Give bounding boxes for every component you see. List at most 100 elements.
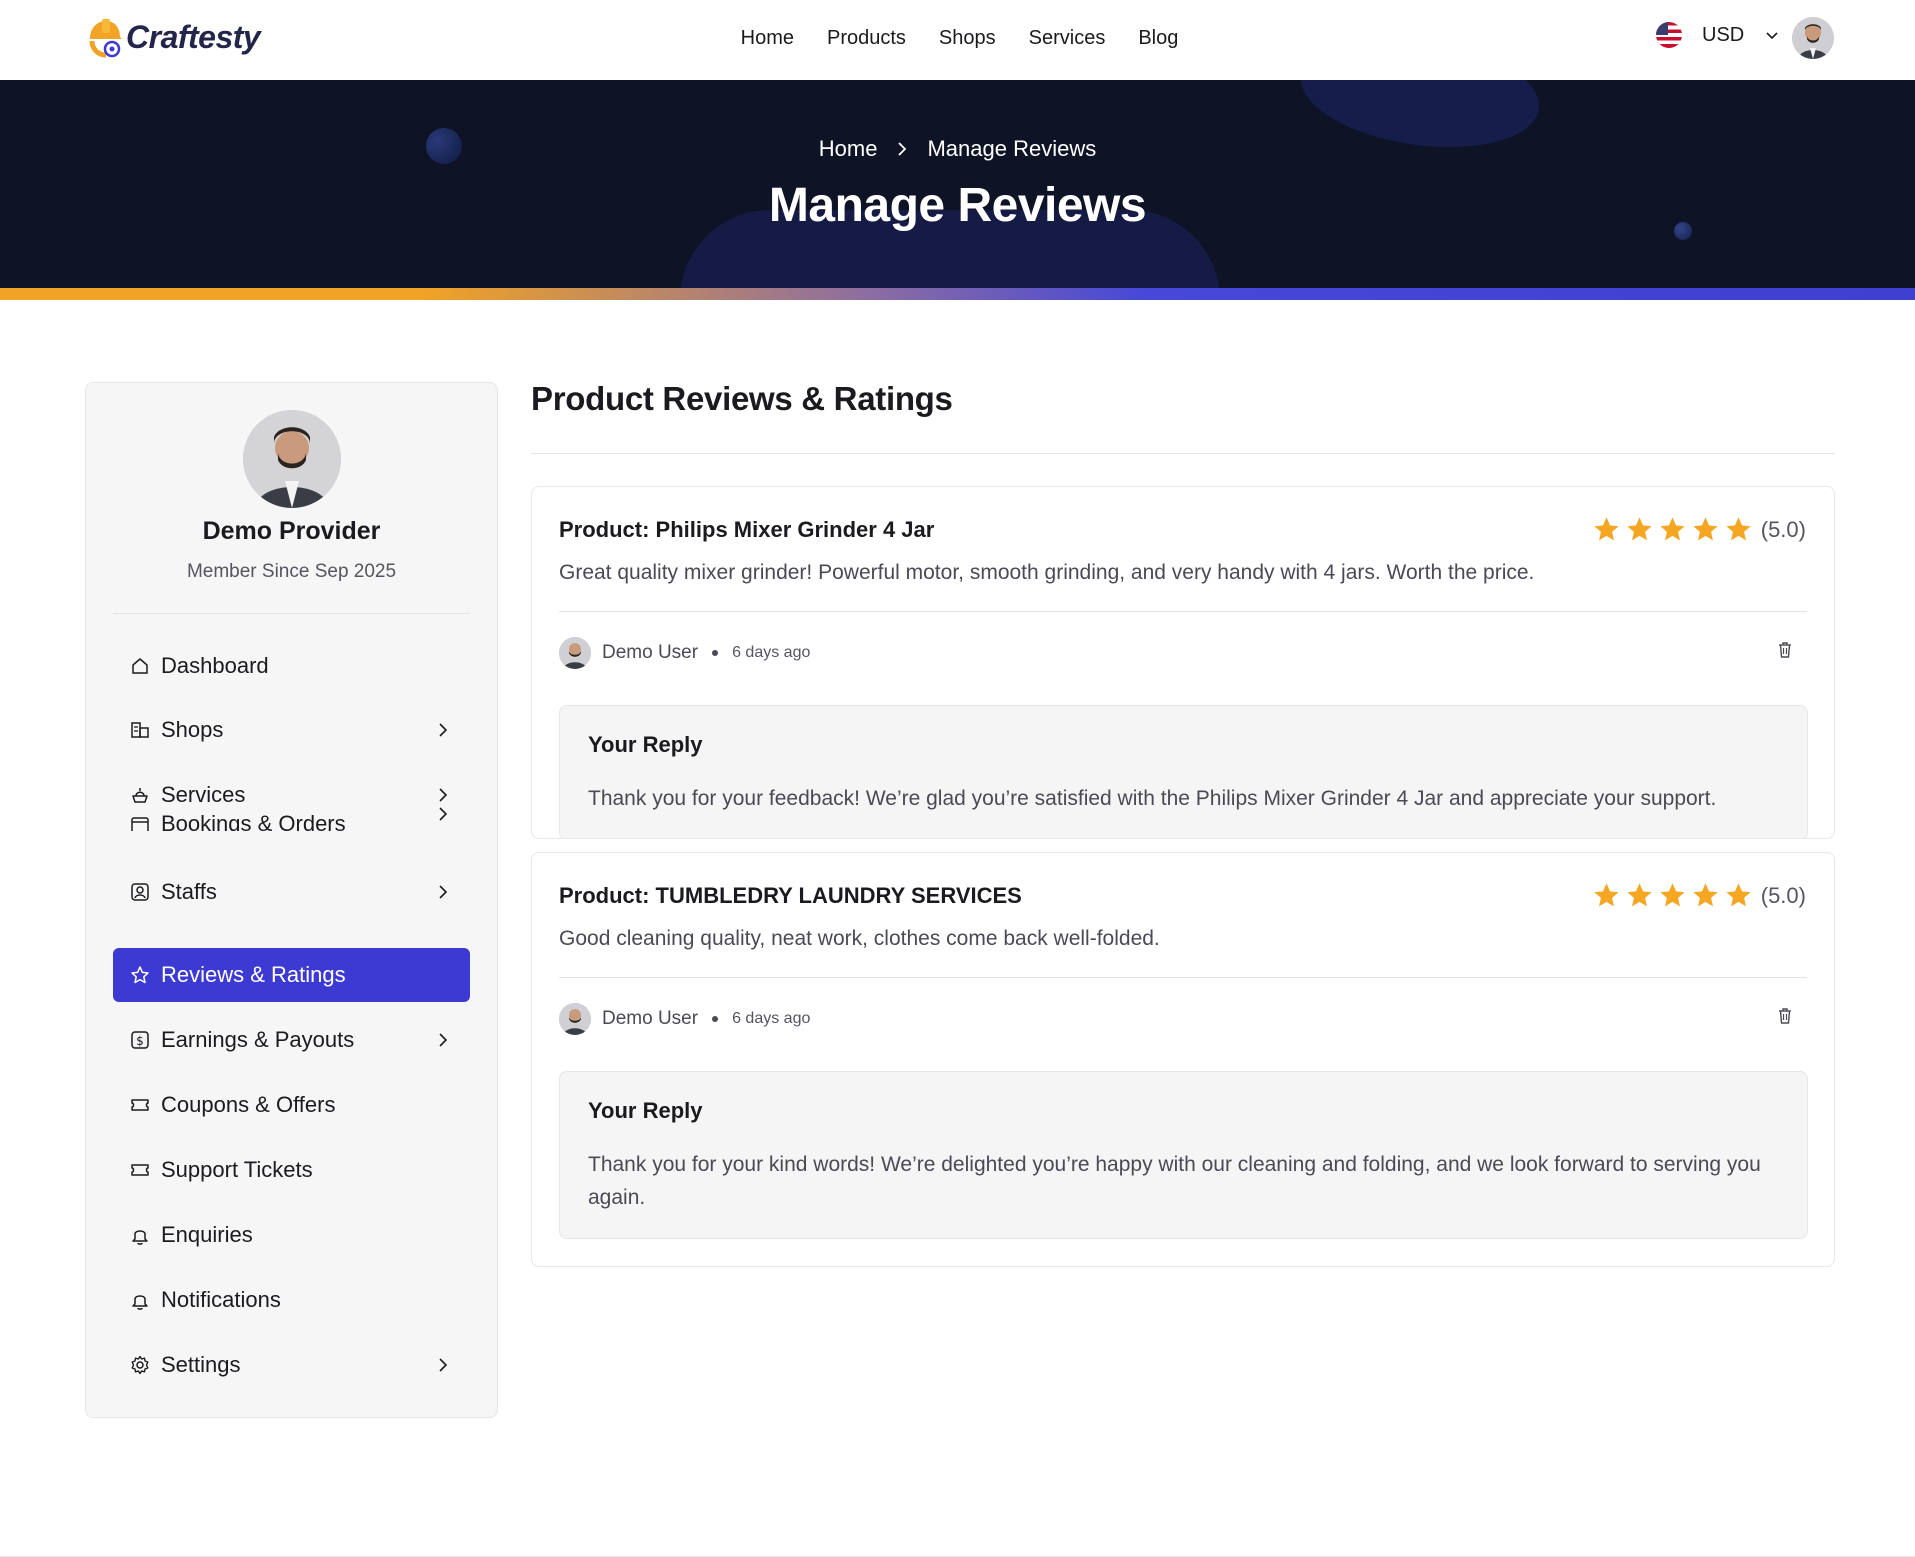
sidebar-item-label: Settings xyxy=(161,1352,241,1377)
page-title: Manage Reviews xyxy=(768,179,1147,232)
us-flag-icon xyxy=(1656,22,1682,48)
page-banner: Home Manage Reviews Manage Reviews xyxy=(0,80,1915,288)
sidebar-item-label: Notifications xyxy=(161,1287,281,1312)
review-score: (5.0) xyxy=(1760,516,1806,542)
sidebar-item-shops[interactable]: Shops xyxy=(113,703,470,757)
separator-dot xyxy=(712,1016,719,1022)
chevron-down-icon xyxy=(1766,32,1778,40)
sidebar-item-earnings[interactable]: $ Earnings & Payouts xyxy=(113,1013,470,1067)
sidebar-item-dashboard[interactable]: Dashboard xyxy=(113,639,470,693)
review-text: Great quality mixer grinder! Powerful mo… xyxy=(559,561,1535,584)
sidebar-item-reviews[interactable]: Reviews & Ratings xyxy=(113,948,470,1002)
nav-services[interactable]: Services xyxy=(1029,27,1106,50)
sidebar-item-label: Reviews & Ratings xyxy=(161,962,346,987)
star-filled-icon xyxy=(1660,883,1685,907)
nav-home[interactable]: Home xyxy=(741,27,794,50)
sidebar-item-coupons[interactable]: Coupons & Offers xyxy=(113,1078,470,1132)
star-filled-icon xyxy=(1693,517,1718,541)
divider xyxy=(113,613,469,614)
dollar-icon: $ xyxy=(131,1031,149,1049)
review-product-name: Product: Philips Mixer Grinder 4 Jar xyxy=(559,517,935,542)
breadcrumb-current: Manage Reviews xyxy=(927,136,1097,161)
star-filled-icon xyxy=(1726,883,1751,907)
chevron-right-icon xyxy=(439,723,448,737)
breadcrumb: Home Manage Reviews xyxy=(0,136,1915,162)
sidebar-item-label: Support Tickets xyxy=(161,1157,313,1182)
chevron-right-icon xyxy=(898,142,907,156)
bell-icon xyxy=(132,1295,148,1310)
separator-dot xyxy=(712,650,719,656)
nav-products[interactable]: Products xyxy=(827,27,906,50)
nav-blog[interactable]: Blog xyxy=(1138,27,1178,50)
star-icon xyxy=(131,966,149,984)
review-product-name: Product: TUMBLEDRY LAUNDRY SERVICES xyxy=(559,883,1022,908)
reviewer-avatar xyxy=(559,637,591,669)
sidebar-item-settings[interactable]: Settings xyxy=(113,1338,470,1392)
ticket-icon xyxy=(131,1099,149,1111)
review-text: Good cleaning quality, neat work, clothe… xyxy=(559,927,1160,950)
chevron-right-icon xyxy=(439,807,448,821)
ticket-icon xyxy=(131,1164,149,1176)
chevron-right-icon xyxy=(439,1358,448,1372)
svg-text:$: $ xyxy=(136,1034,144,1048)
sidebar-item-notifications[interactable]: Notifications xyxy=(113,1273,470,1327)
reply-box: Your Reply Thank you for your feedback! … xyxy=(559,705,1808,838)
sidebar-item-label: Shops xyxy=(161,717,224,742)
star-filled-icon xyxy=(1594,517,1619,541)
trash-icon[interactable] xyxy=(1775,1006,1795,1026)
trash-icon[interactable] xyxy=(1775,640,1795,660)
reviewer-avatar xyxy=(559,1003,591,1035)
calendar-icon xyxy=(131,817,149,831)
shop-icon xyxy=(131,722,149,738)
gear-icon xyxy=(131,1355,149,1375)
profile-avatar xyxy=(243,410,341,508)
review-card: Product: Philips Mixer Grinder 4 Jar (5.… xyxy=(531,486,1835,839)
reply-title: Your Reply xyxy=(588,1098,703,1123)
reply-text: Thank you for your feedback! We’re glad … xyxy=(588,787,1717,810)
divider xyxy=(559,977,1807,978)
star-filled-icon xyxy=(1660,517,1685,541)
currency-selector[interactable]: USD xyxy=(1656,22,1780,48)
sidebar-item-label: Enquiries xyxy=(161,1222,253,1247)
sidebar-item-label: Earnings & Payouts xyxy=(161,1027,355,1052)
reviewer-name: Demo User xyxy=(602,642,699,663)
star-filled-icon xyxy=(1627,517,1652,541)
reply-box: Your Reply Thank you for your kind words… xyxy=(559,1071,1808,1239)
sidebar-item-bookings[interactable]: Bookings & Orders xyxy=(113,799,470,831)
top-navbar: Craftesty Home Products Shops Services B… xyxy=(0,0,1915,80)
review-score: (5.0) xyxy=(1760,882,1806,908)
review-author: Demo User 6 days ago xyxy=(559,1003,810,1035)
dashboard-sidebar: Demo Provider Member Since Sep 2025 Dash… xyxy=(85,382,498,1418)
reviewer-name: Demo User xyxy=(602,1008,699,1029)
star-filled-icon xyxy=(1726,517,1751,541)
main-nav: Home Products Shops Services Blog xyxy=(0,0,1915,76)
review-rating: (5.0) xyxy=(1592,515,1806,544)
staff-icon xyxy=(131,883,149,901)
sidebar-item-label: Bookings & Orders xyxy=(161,811,346,831)
divider xyxy=(531,453,1835,454)
home-icon xyxy=(132,658,148,674)
nav-shops[interactable]: Shops xyxy=(939,27,996,50)
sidebar-item-enquiries[interactable]: Enquiries xyxy=(113,1208,470,1262)
user-avatar[interactable] xyxy=(1792,17,1834,59)
star-filled-icon xyxy=(1627,883,1652,907)
review-author: Demo User 6 days ago xyxy=(559,637,810,669)
reply-title: Your Reply xyxy=(588,732,703,757)
sidebar-item-support[interactable]: Support Tickets xyxy=(113,1143,470,1197)
member-since: Member Since Sep 2025 xyxy=(186,561,397,582)
banner-accent-stripe xyxy=(0,288,1915,300)
sidebar-item-label: Staffs xyxy=(161,879,217,904)
profile-name: Demo Provider xyxy=(202,517,381,545)
star-filled-icon xyxy=(1693,883,1718,907)
chevron-right-icon xyxy=(439,885,448,899)
sidebar-item-label: Coupons & Offers xyxy=(161,1092,336,1117)
sidebar-item-staffs[interactable]: Staffs xyxy=(113,865,470,919)
breadcrumb-home[interactable]: Home xyxy=(819,136,878,162)
review-time: 6 days ago xyxy=(732,644,811,661)
bell-icon xyxy=(132,1230,148,1245)
sidebar-item-label: Dashboard xyxy=(161,653,269,678)
star-filled-icon xyxy=(1594,883,1619,907)
chevron-right-icon xyxy=(439,1033,448,1047)
review-time: 6 days ago xyxy=(732,1010,811,1027)
review-rating: (5.0) xyxy=(1592,881,1806,910)
